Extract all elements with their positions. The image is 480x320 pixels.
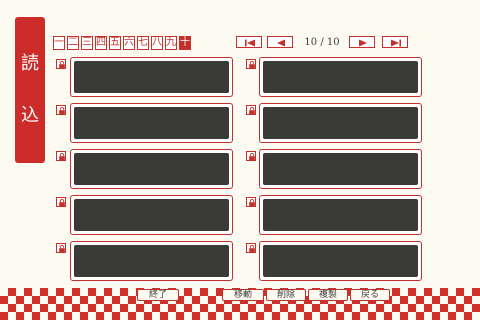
page-separator: / xyxy=(320,37,324,48)
lock-icon xyxy=(249,245,255,252)
lock-icon xyxy=(59,153,65,160)
save-slot-empty-area xyxy=(74,199,229,231)
slot-lock-button[interactable] xyxy=(246,105,256,115)
save-slot-empty-area xyxy=(74,245,229,277)
lock-icon xyxy=(249,153,255,160)
lock-icon xyxy=(249,199,255,206)
end-button[interactable]: 終了 xyxy=(137,289,179,301)
save-slot-9[interactable] xyxy=(259,195,422,235)
slot-lock-button[interactable] xyxy=(56,197,66,207)
move-button[interactable]: 移動 xyxy=(222,289,264,301)
title-char-1: 読 xyxy=(21,53,39,74)
save-slot-empty-area xyxy=(74,107,229,139)
slot-lock-button[interactable] xyxy=(56,59,66,69)
save-slot-10[interactable] xyxy=(259,241,422,281)
page-tab-9[interactable]: 九 xyxy=(165,36,177,50)
save-slot-empty-area xyxy=(74,153,229,185)
slot-lock-button[interactable] xyxy=(56,105,66,115)
next-page-button[interactable] xyxy=(349,36,375,48)
save-slot-4[interactable] xyxy=(70,195,233,235)
save-slot-8[interactable] xyxy=(259,149,422,189)
slot-lock-button[interactable] xyxy=(246,243,256,253)
save-slot-empty-area xyxy=(263,199,418,231)
lock-icon xyxy=(249,61,255,68)
save-slot-3[interactable] xyxy=(70,149,233,189)
page-indicator: 10 / 10 xyxy=(300,36,344,49)
next-icon xyxy=(359,39,367,47)
skip-first-icon xyxy=(245,39,255,47)
page-tab-7[interactable]: 七 xyxy=(137,36,149,50)
page-tab-5[interactable]: 五 xyxy=(109,36,121,50)
last-page-button[interactable] xyxy=(382,36,408,48)
save-slot-1[interactable] xyxy=(70,57,233,97)
save-slot-7[interactable] xyxy=(259,103,422,143)
page-tab-3[interactable]: 三 xyxy=(81,36,93,50)
copy-button[interactable]: 複製 xyxy=(308,289,348,301)
delete-button[interactable]: 削除 xyxy=(266,289,306,301)
save-slot-empty-area xyxy=(74,61,229,93)
skip-last-icon xyxy=(391,39,401,47)
slot-lock-button[interactable] xyxy=(246,59,256,69)
lock-icon xyxy=(59,107,65,114)
slot-lock-button[interactable] xyxy=(56,151,66,161)
save-slot-5[interactable] xyxy=(70,241,233,281)
save-slot-empty-area xyxy=(263,61,418,93)
page-tab-2[interactable]: 二 xyxy=(67,36,79,50)
save-slot-6[interactable] xyxy=(259,57,422,97)
save-slot-2[interactable] xyxy=(70,103,233,143)
prev-icon xyxy=(277,39,285,47)
page-current: 10 xyxy=(304,37,318,48)
page-tab-10[interactable]: 十 xyxy=(179,36,191,50)
back-button[interactable]: 戻る xyxy=(350,289,390,301)
page-tabs: 一 二 三 四 五 六 七 八 九 十 xyxy=(53,36,191,50)
page-tab-8[interactable]: 八 xyxy=(151,36,163,50)
lock-icon xyxy=(59,61,65,68)
page-tab-1[interactable]: 一 xyxy=(53,36,65,50)
prev-page-button[interactable] xyxy=(267,36,293,48)
save-slot-empty-area xyxy=(263,245,418,277)
save-slot-empty-area xyxy=(263,107,418,139)
title-char-2: 込 xyxy=(21,105,39,126)
slot-lock-button[interactable] xyxy=(56,243,66,253)
screen-title-banner: 読 込 xyxy=(15,17,45,163)
slot-lock-button[interactable] xyxy=(246,151,256,161)
lock-icon xyxy=(249,107,255,114)
slot-lock-button[interactable] xyxy=(246,197,256,207)
page-tab-6[interactable]: 六 xyxy=(123,36,135,50)
page-tab-4[interactable]: 四 xyxy=(95,36,107,50)
lock-icon xyxy=(59,199,65,206)
lock-icon xyxy=(59,245,65,252)
page-total: 10 xyxy=(326,37,340,48)
save-slot-empty-area xyxy=(263,153,418,185)
first-page-button[interactable] xyxy=(236,36,262,48)
